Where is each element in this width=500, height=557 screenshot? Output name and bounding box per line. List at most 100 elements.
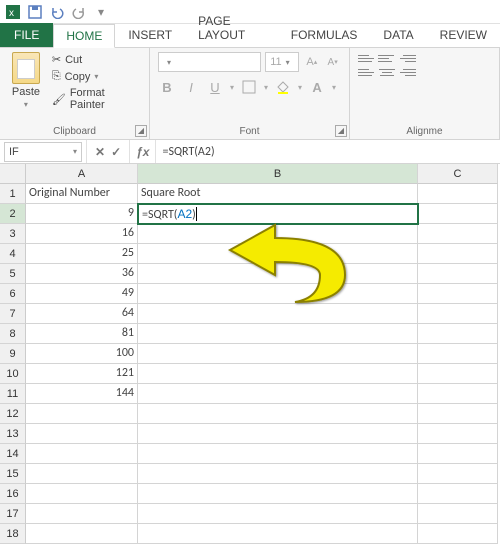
increase-font-icon[interactable]: A▴ [303, 53, 320, 71]
row-header-1[interactable]: 1 [0, 184, 26, 204]
cell-C6[interactable] [418, 284, 498, 304]
row-header-12[interactable]: 12 [0, 404, 26, 424]
cell-A12[interactable] [26, 404, 138, 424]
cell-A15[interactable] [26, 464, 138, 484]
row-header-17[interactable]: 17 [0, 504, 26, 524]
underline-button[interactable]: U [206, 78, 224, 96]
paste-button[interactable]: Paste ▾ [8, 52, 44, 112]
cell-C3[interactable] [418, 224, 498, 244]
enter-formula-icon[interactable]: ✓ [111, 145, 121, 159]
undo-icon[interactable] [50, 5, 64, 19]
cell-C4[interactable] [418, 244, 498, 264]
cut-button[interactable]: ✂Cut [48, 52, 141, 67]
cell-C13[interactable] [418, 424, 498, 444]
cell-C18[interactable] [418, 524, 498, 544]
cell-C8[interactable] [418, 324, 498, 344]
cell-A17[interactable] [26, 504, 138, 524]
cell-A3[interactable]: 16 [26, 224, 138, 244]
cell-C12[interactable] [418, 404, 498, 424]
tab-formulas[interactable]: FORMULAS [278, 23, 371, 47]
formula-bar[interactable]: =SQRT(A2) [156, 145, 500, 159]
col-header-A[interactable]: A [26, 164, 138, 184]
cell-A4[interactable]: 25 [26, 244, 138, 264]
font-dialog-launcher[interactable]: ◢ [335, 125, 347, 137]
clipboard-dialog-launcher[interactable]: ◢ [135, 125, 147, 137]
cell-B6[interactable] [138, 284, 418, 304]
cell-B9[interactable] [138, 344, 418, 364]
cell-B16[interactable] [138, 484, 418, 504]
cell-B13[interactable] [138, 424, 418, 444]
cell-B7[interactable] [138, 304, 418, 324]
select-all-corner[interactable] [0, 164, 26, 184]
font-color-button[interactable]: A [308, 78, 326, 96]
cell-B5[interactable] [138, 264, 418, 284]
alignment-buttons[interactable] [358, 52, 491, 78]
font-size-select[interactable]: 11▾ [265, 52, 299, 72]
cell-B10[interactable] [138, 364, 418, 384]
row-header-8[interactable]: 8 [0, 324, 26, 344]
cell-B14[interactable] [138, 444, 418, 464]
cell-A16[interactable] [26, 484, 138, 504]
row-header-18[interactable]: 18 [0, 524, 26, 544]
cell-C9[interactable] [418, 344, 498, 364]
name-box[interactable]: IF▾ [4, 142, 82, 162]
cell-B11[interactable] [138, 384, 418, 404]
row-header-11[interactable]: 11 [0, 384, 26, 404]
format-painter-button[interactable]: 🖌Format Painter [48, 86, 141, 112]
cell-B8[interactable] [138, 324, 418, 344]
tab-data[interactable]: DATA [370, 23, 426, 47]
row-header-6[interactable]: 6 [0, 284, 26, 304]
cell-C17[interactable] [418, 504, 498, 524]
fx-label[interactable]: ƒx [130, 140, 156, 163]
cell-A9[interactable]: 100 [26, 344, 138, 364]
row-header-16[interactable]: 16 [0, 484, 26, 504]
cell-A6[interactable]: 49 [26, 284, 138, 304]
row-header-2[interactable]: 2 [0, 204, 26, 224]
row-header-15[interactable]: 15 [0, 464, 26, 484]
cell-C11[interactable] [418, 384, 498, 404]
row-header-10[interactable]: 10 [0, 364, 26, 384]
cell-A18[interactable] [26, 524, 138, 544]
cell-B2[interactable]: =SQRT(A2) [138, 204, 418, 224]
fill-color-button[interactable] [274, 78, 292, 96]
tab-pagelayout[interactable]: PAGE LAYOUT [185, 9, 278, 47]
cell-C10[interactable] [418, 364, 498, 384]
cell-C14[interactable] [418, 444, 498, 464]
cell-C15[interactable] [418, 464, 498, 484]
row-header-13[interactable]: 13 [0, 424, 26, 444]
cell-B18[interactable] [138, 524, 418, 544]
bold-button[interactable]: B [158, 78, 176, 96]
cell-C7[interactable] [418, 304, 498, 324]
tab-review[interactable]: REVIEW [427, 23, 500, 47]
italic-button[interactable]: I [182, 78, 200, 96]
cell-A5[interactable]: 36 [26, 264, 138, 284]
col-header-C[interactable]: C [418, 164, 498, 184]
cell-C16[interactable] [418, 484, 498, 504]
cell-B12[interactable] [138, 404, 418, 424]
save-icon[interactable] [28, 5, 42, 19]
cell-A1[interactable]: Original Number [26, 184, 138, 204]
cell-C1[interactable] [418, 184, 498, 204]
cell-A7[interactable]: 64 [26, 304, 138, 324]
cell-C5[interactable] [418, 264, 498, 284]
cell-A14[interactable] [26, 444, 138, 464]
font-name-select[interactable]: ▾ [158, 52, 261, 72]
cell-A13[interactable] [26, 424, 138, 444]
cell-B4[interactable] [138, 244, 418, 264]
tab-insert[interactable]: INSERT [115, 23, 185, 47]
row-header-7[interactable]: 7 [0, 304, 26, 324]
cell-A8[interactable]: 81 [26, 324, 138, 344]
cell-A11[interactable]: 144 [26, 384, 138, 404]
tab-home[interactable]: HOME [53, 24, 115, 48]
cell-B1[interactable]: Square Root [138, 184, 418, 204]
decrease-font-icon[interactable]: A▾ [324, 53, 341, 71]
row-header-5[interactable]: 5 [0, 264, 26, 284]
row-header-4[interactable]: 4 [0, 244, 26, 264]
cell-B15[interactable] [138, 464, 418, 484]
cell-C2[interactable] [418, 204, 498, 224]
cell-B17[interactable] [138, 504, 418, 524]
cell-B3[interactable] [138, 224, 418, 244]
row-header-9[interactable]: 9 [0, 344, 26, 364]
border-button[interactable] [240, 78, 258, 96]
cancel-formula-icon[interactable]: ✕ [95, 145, 105, 159]
